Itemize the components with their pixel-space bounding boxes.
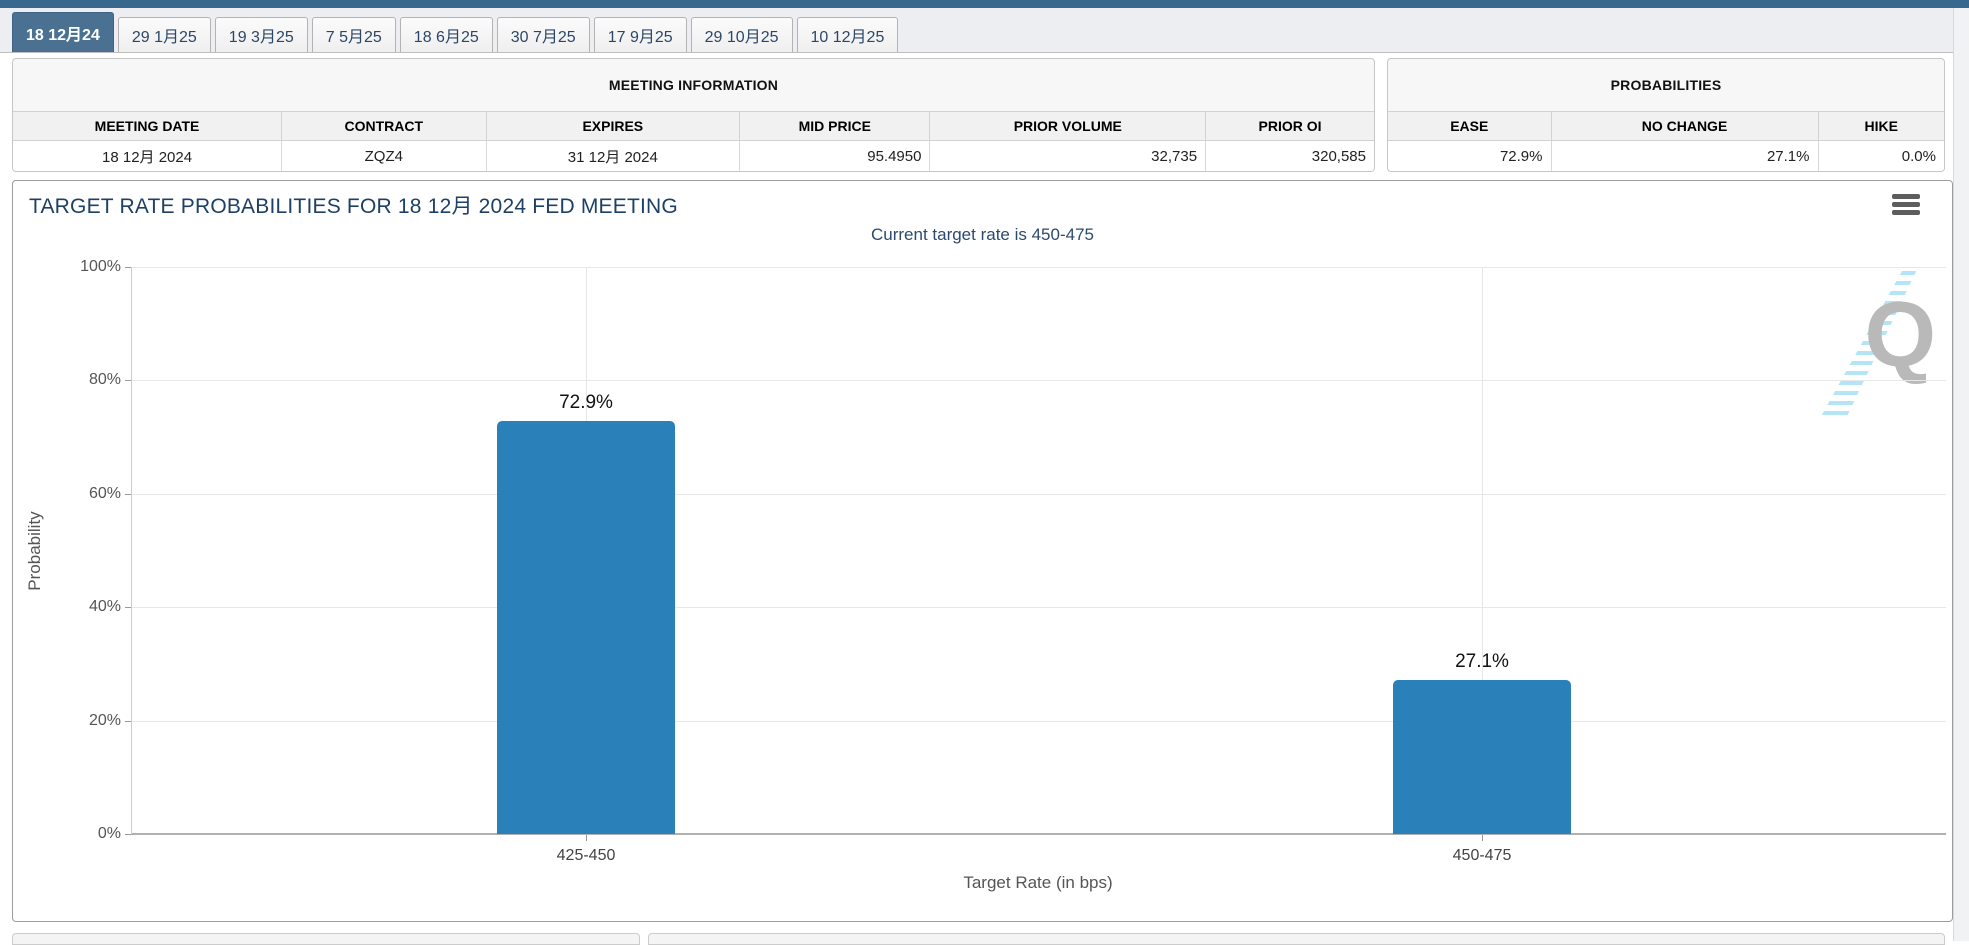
meeting-tab[interactable]: 29 1月25	[117, 17, 211, 52]
col-meeting-date: MEETING DATE	[13, 111, 283, 141]
bar-chart-plot: 0% 20% 40% 60% 80% 100% 72.9% 425-450 27.1% 450-4…	[80, 258, 1946, 864]
horizontal-gridline	[131, 607, 1946, 609]
meeting-tab[interactable]: 17 9月25	[593, 17, 687, 52]
meeting-tab[interactable]: 19 3月25	[214, 17, 308, 52]
no-change-value: 27.1%	[1550, 140, 1819, 171]
table-row: 72.9% 27.1% 0.0%	[1388, 140, 1944, 171]
chart-subtitle: Current target rate is 450-475	[870, 225, 1094, 244]
horizontal-gridline	[131, 493, 1946, 495]
horizontal-gridline	[131, 267, 1946, 268]
expires-value: 31 12月 2024	[485, 140, 741, 171]
meeting-date-tabs: 18 12月24 29 1月25 19 3月25 7 5月25 18 6月25 30 7月…	[0, 8, 1954, 53]
probabilities-table: EASE NO CHANGE HIKE 72.9% 27.1% 0.0%	[1388, 111, 1944, 171]
col-ease: EASE	[1388, 111, 1552, 141]
col-no-change: NO CHANGE	[1550, 111, 1819, 141]
hike-value: 0.0%	[1817, 140, 1944, 171]
table-row: 18 12月 2024 ZQZ4 31 12月 2024 95.4950 32,…	[13, 140, 1374, 171]
next-section-panel-left	[12, 933, 640, 945]
chart-title: TARGET RATE PROBABILITIES FOR 18 12月 202…	[29, 195, 678, 218]
col-prior-volume: PRIOR VOLUME	[929, 111, 1207, 141]
top-accent-bar	[0, 0, 1969, 8]
meeting-tab[interactable]: 30 7月25	[496, 17, 590, 52]
bar-value-label: 27.1%	[1455, 651, 1509, 673]
y-axis-tick-label: 40%	[88, 598, 121, 616]
x-axis-title: Target Rate (in bps)	[963, 873, 1113, 892]
meeting-date-value: 18 12月 2024	[13, 140, 283, 171]
col-contract: CONTRACT	[281, 111, 487, 141]
prior-volume-value: 32,735	[929, 140, 1207, 171]
x-axis-line	[131, 833, 1946, 835]
x-axis-tick	[1482, 835, 1483, 841]
meeting-tab[interactable]: 7 5月25	[311, 17, 396, 52]
y-axis-tick-label: 80%	[88, 371, 121, 389]
col-mid-price: MID PRICE	[739, 111, 931, 141]
y-axis-tick-label: 60%	[88, 484, 121, 502]
bar-value-label: 72.9%	[559, 391, 613, 413]
y-axis-tick	[125, 834, 131, 835]
chart-panel: TARGET RATE PROBABILITIES FOR 18 12月 202…	[12, 180, 1953, 922]
col-prior-oi: PRIOR OI	[1205, 111, 1374, 141]
ease-value: 72.9%	[1388, 140, 1552, 171]
horizontal-gridline	[131, 720, 1946, 722]
meeting-tab[interactable]: 18 12月24	[12, 12, 114, 52]
y-axis-title: Probability	[25, 511, 44, 591]
next-section-panel-right	[648, 933, 1945, 945]
x-axis-tick	[586, 835, 587, 841]
y-axis-tick-label: 0%	[97, 825, 121, 842]
horizontal-gridline	[131, 380, 1946, 382]
meeting-information-panel: MEETING INFORMATION MEETING DATE CONTRAC…	[12, 58, 1375, 172]
x-category-label: 425-450	[556, 847, 616, 864]
probabilities-panel: PROBABILITIES EASE NO CHANGE HIKE 72.9% …	[1387, 58, 1945, 172]
col-expires: EXPIRES	[485, 111, 741, 141]
col-hike: HIKE	[1817, 111, 1944, 141]
x-category-label: 450-475	[1452, 847, 1512, 864]
vertical-scrollbar[interactable]	[1953, 8, 1969, 941]
y-axis-tick-label: 20%	[88, 711, 121, 729]
prior-oi-value: 320,585	[1205, 140, 1374, 171]
hamburger-menu-icon[interactable]	[1892, 194, 1920, 218]
contract-value: ZQZ4	[281, 140, 487, 171]
meeting-information-title: MEETING INFORMATION	[608, 77, 779, 93]
table-header-row: MEETING DATE CONTRACT EXPIRES MID PRICE …	[13, 111, 1374, 141]
meeting-tab[interactable]: 29 10月25	[690, 17, 793, 52]
probabilities-title: PROBABILITIES	[1610, 77, 1722, 93]
y-axis-line	[131, 267, 132, 834]
meeting-tab[interactable]: 10 12月25	[796, 17, 899, 52]
probability-bar[interactable]	[497, 420, 675, 834]
meeting-tab[interactable]: 18 6月25	[399, 17, 493, 52]
table-header-row: EASE NO CHANGE HIKE	[1388, 111, 1944, 141]
mid-price-value: 95.4950	[739, 140, 931, 171]
y-axis-tick-label: 100%	[80, 258, 121, 275]
meeting-information-table: MEETING DATE CONTRACT EXPIRES MID PRICE …	[13, 111, 1374, 171]
probability-bar[interactable]	[1393, 680, 1571, 834]
